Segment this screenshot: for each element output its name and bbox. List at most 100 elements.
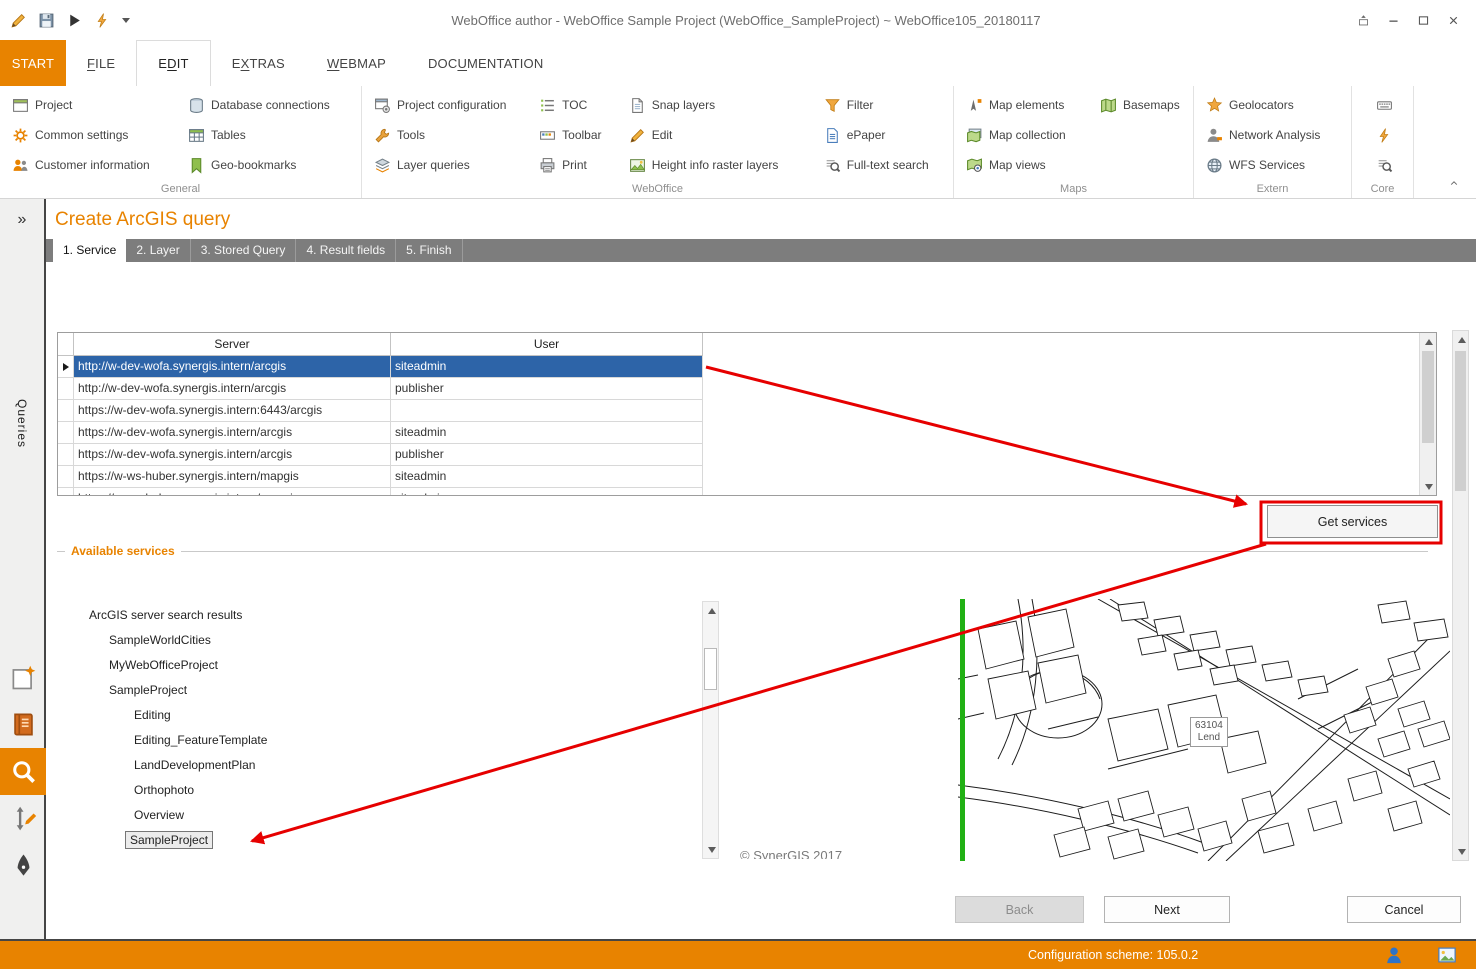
sidebar-tool-query-search[interactable] — [0, 748, 46, 795]
ribbon-tab-file[interactable]: FILE — [66, 40, 136, 86]
ribbon-tab-edit[interactable]: EDIT — [136, 40, 210, 86]
ribbon-item-database-connections[interactable]: Database connections — [180, 90, 356, 120]
ribbon-item-height-info-raster-layers[interactable]: Height info raster layers — [621, 150, 816, 180]
ribbon-item-print[interactable]: Print — [531, 150, 621, 180]
table-row[interactable]: https://w-ws-huber.synergis.intern/mapgi… — [58, 466, 1436, 488]
tree-item-editing-featuretemplate[interactable]: Editing_FeatureTemplate — [57, 727, 697, 752]
scroll-up-icon[interactable] — [703, 602, 720, 619]
table-row[interactable]: http://w-dev-wofa.synergis.intern/arcgis… — [58, 378, 1436, 400]
ribbon-item-layer-queries[interactable]: Layer queries — [366, 150, 531, 180]
ribbon-item-flash[interactable] — [1356, 120, 1413, 150]
back-button[interactable]: Back — [955, 896, 1084, 923]
get-services-button[interactable]: Get services — [1267, 505, 1438, 538]
services-scrollbar-thumb[interactable] — [704, 648, 717, 690]
map-collection-icon — [966, 127, 983, 144]
epaper-icon — [824, 127, 841, 144]
wizard-step-2-layer[interactable]: 2. Layer — [126, 239, 190, 262]
ribbon-item-searchdoc[interactable] — [1356, 150, 1413, 180]
scheme-image-icon[interactable] — [1437, 945, 1457, 965]
ribbon-tab-webmap[interactable]: WEBMAP — [306, 40, 407, 86]
sidebar-tool-bookmarks[interactable] — [0, 701, 46, 748]
next-button[interactable]: Next — [1104, 896, 1230, 923]
ribbon-item-epaper[interactable]: ePaper — [816, 120, 953, 150]
qat-dropdown-icon[interactable] — [122, 18, 130, 23]
sidebar-tool-move-edit[interactable] — [0, 795, 46, 842]
ribbon-item-toc[interactable]: TOC — [531, 90, 621, 120]
minimize-button[interactable] — [1382, 9, 1404, 31]
ribbon-tab-bar: STARTFILEEDITEXTRASWEBMAPDOCUMENTATION — [0, 40, 1476, 86]
cancel-button[interactable]: Cancel — [1347, 896, 1461, 923]
ribbon-item-geolocators[interactable]: Geolocators — [1198, 90, 1350, 120]
wizard-step-4-result-fields[interactable]: 4. Result fields — [296, 239, 396, 262]
wizard-step-5-finish[interactable]: 5. Finish — [396, 239, 462, 262]
tree-item-sampleproject[interactable]: SampleProject — [57, 827, 697, 852]
sidebar-tool-new-item[interactable] — [0, 654, 46, 701]
table-row[interactable]: https://w-dev-wofa.synergis.intern/arcgi… — [58, 444, 1436, 466]
sidebar-tool-signature-pen[interactable] — [0, 842, 46, 889]
ribbon-item-network-analysis[interactable]: Network Analysis — [1198, 120, 1350, 150]
ribbon-collapse-button[interactable] — [1432, 86, 1476, 198]
panel-expand-button[interactable]: » — [0, 211, 44, 229]
ribbon-item-toolbar[interactable]: Toolbar — [531, 120, 621, 150]
column-header-server[interactable]: Server — [74, 333, 391, 356]
maximize-button[interactable] — [1412, 9, 1434, 31]
tree-item-overview[interactable]: Overview — [57, 802, 697, 827]
tree-item-arcgis-server-search-results[interactable]: ArcGIS server search results — [57, 602, 697, 627]
ribbon-item-project-configuration[interactable]: Project configuration — [366, 90, 531, 120]
tree-item-orthophoto[interactable]: Orthophoto — [57, 777, 697, 802]
ribbon-item-snap-layers[interactable]: Snap layers — [621, 90, 816, 120]
wizard-step-3-stored-query[interactable]: 3. Stored Query — [191, 239, 297, 262]
project-configuration-icon — [374, 97, 391, 114]
run-icon[interactable] — [66, 12, 83, 29]
scroll-up-icon[interactable] — [1420, 333, 1437, 350]
table-row[interactable]: https://w-dev-wofa.synergis.intern:6443/… — [58, 400, 1436, 422]
save-icon[interactable] — [38, 12, 55, 29]
ribbon-item-edit[interactable]: Edit — [621, 120, 816, 150]
services-scrollbar[interactable] — [702, 601, 719, 859]
ribbon-tab-start[interactable]: START — [0, 40, 66, 86]
tree-item-sampleworldcities[interactable]: SampleWorldCities — [57, 627, 697, 652]
cell-server: https://w-ws-huber.synergis.intern/mapgi… — [74, 488, 391, 496]
ribbon-item-map-collection[interactable]: Map collection — [958, 120, 1092, 150]
ribbon-item-tables[interactable]: Tables — [180, 120, 356, 150]
ribbon-item-map-views[interactable]: Map views — [958, 150, 1092, 180]
queries-panel-tab[interactable]: Queries — [15, 399, 29, 448]
page-scrollbar-thumb[interactable] — [1455, 351, 1466, 491]
tree-item-mywebofficeproject[interactable]: MyWebOfficeProject — [57, 652, 697, 677]
scroll-down-icon[interactable] — [1453, 843, 1470, 860]
scroll-up-icon[interactable] — [1453, 331, 1470, 348]
ribbon-item-tools[interactable]: Tools — [366, 120, 531, 150]
table-row[interactable]: https://w-dev-wofa.synergis.intern/arcgi… — [58, 422, 1436, 444]
ribbon-item-map-elements[interactable]: Map elements — [958, 90, 1092, 120]
ribbon-item-wfs-services[interactable]: WFS Services — [1198, 150, 1350, 180]
ribbon-item-basemaps[interactable]: Basemaps — [1092, 90, 1192, 120]
tree-item-editing[interactable]: Editing — [57, 702, 697, 727]
ribbon-item-common-settings[interactable]: Common settings — [4, 120, 180, 150]
tree-item-landdevelopmentplan[interactable]: LandDevelopmentPlan — [57, 752, 697, 777]
ribbon-item-filter[interactable]: Filter — [816, 90, 953, 120]
user-status-icon[interactable] — [1384, 945, 1404, 965]
ribbon-tab-documentation[interactable]: DOCUMENTATION — [407, 40, 565, 86]
table-row[interactable]: https://w-ws-huber.synergis.intern/mapgi… — [58, 488, 1436, 496]
ribbon-item-project[interactable]: Project — [4, 90, 180, 120]
page-vertical-scrollbar[interactable] — [1452, 330, 1469, 861]
grid-vertical-scrollbar[interactable] — [1419, 333, 1436, 495]
tree-item-sampleproject[interactable]: SampleProject — [57, 677, 697, 702]
ribbon-item-full-text-search[interactable]: Full-text search — [816, 150, 953, 180]
table-row[interactable]: http://w-dev-wofa.synergis.intern/arcgis… — [58, 356, 1436, 378]
cell-server: https://w-dev-wofa.synergis.intern/arcgi… — [74, 422, 391, 444]
ribbon-display-button[interactable] — [1352, 9, 1374, 31]
ribbon-item-customer-information[interactable]: Customer information — [4, 150, 180, 180]
quick-tool-icon[interactable] — [94, 12, 111, 29]
column-header-user[interactable]: User — [391, 333, 703, 356]
window-controls — [1352, 9, 1476, 31]
scroll-down-icon[interactable] — [1420, 478, 1437, 495]
edit-pencil-icon[interactable] — [10, 12, 27, 29]
scroll-down-icon[interactable] — [703, 841, 720, 858]
ribbon-tab-extras[interactable]: EXTRAS — [211, 40, 306, 86]
ribbon-item-keyboard[interactable] — [1356, 90, 1413, 120]
ribbon-item-geo-bookmarks[interactable]: Geo-bookmarks — [180, 150, 356, 180]
grid-scrollbar-thumb[interactable] — [1422, 351, 1434, 443]
close-button[interactable] — [1442, 9, 1464, 31]
wizard-step-1-service[interactable]: 1. Service — [53, 239, 126, 262]
